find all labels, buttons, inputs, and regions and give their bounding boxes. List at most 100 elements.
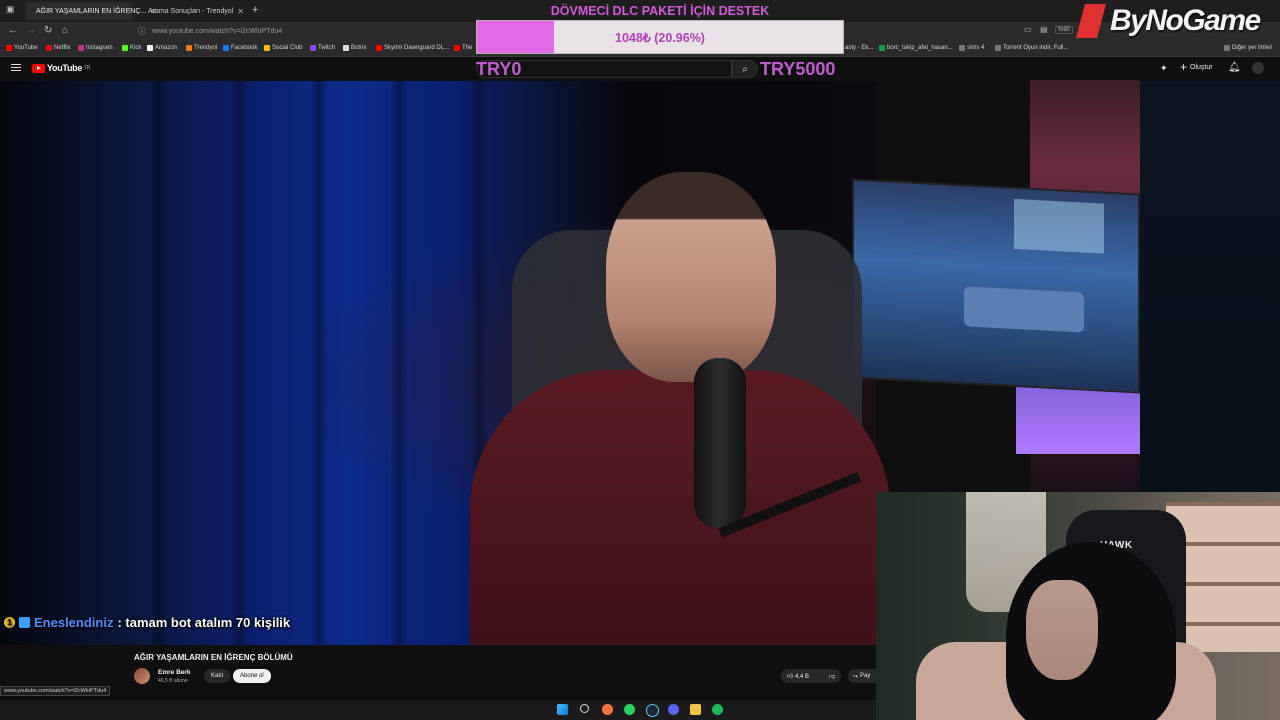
chat-username: Eneslendiniz [34,615,114,630]
goal-max-label: TRY5000 [760,59,836,79]
side-panel-background [1140,81,1280,493]
bookmark-trendyol[interactable]: Trendyol [186,45,217,51]
share-button[interactable]: ↪ Pay [848,669,878,683]
video-info-area [0,645,876,700]
bookmark-label: Kick [130,45,142,51]
bynogame-wordmark: ByNoGame [1110,4,1261,37]
new-tab-icon[interactable]: + [252,4,258,16]
bookmark-amazon[interactable]: Amazon [147,45,177,51]
donation-progress-text: 1048₺ (20.96%) [615,30,705,45]
cast-icon[interactable]: ✦ [1160,63,1168,74]
spotify-icon[interactable] [712,704,723,715]
bookmark-social-club[interactable]: Social Club [264,45,302,51]
start-icon[interactable] [557,704,568,715]
search-button[interactable]: ⌕ [732,60,758,78]
bookmark-facebook[interactable]: Facebook [223,45,257,51]
bookmark-label: The [462,45,473,51]
link-status-bar: www.youtube.com/watch?v=i2cWloPTdu4 [0,686,111,696]
bookmark-skyrim[interactable]: Skyrim Dawnguard DL... [376,45,449,51]
tab-label: Arama Sonuçları - Trendyol [148,7,234,15]
whatsapp-icon[interactable] [624,704,635,715]
reload-icon[interactable]: ↻ [44,25,52,36]
tv-screen [852,178,1140,394]
home-icon[interactable]: ⌂ [62,25,68,36]
plus-icon: + [1180,60,1188,74]
tv-glow [1014,198,1104,254]
bookmark-kick[interactable]: Kick [122,45,141,51]
bookmark-asty[interactable]: asty - Ek... [845,45,873,51]
hospital-bed [964,286,1084,333]
create-button[interactable]: + Oluştur [1180,60,1213,74]
subscribe-button[interactable]: Abone ol [233,669,271,683]
screen-icon[interactable]: ▭ [1024,25,1032,34]
curtain-fold [150,81,168,645]
bookmark-twitch[interactable]: Twitch [310,45,335,51]
menu-icon[interactable] [11,62,21,73]
curtain-fold [310,81,328,645]
youtube-play-icon [32,63,45,73]
microphone [694,358,746,528]
youtube-wordmark: YouTube [47,63,83,73]
like-button[interactable]: 👍︎ 4,4 B [787,672,809,680]
bookmark-label: Netflix [54,45,71,51]
channel-avatar[interactable] [134,668,150,684]
region-code: TR [84,65,91,71]
dislike-button[interactable]: 👎︎ [829,672,835,680]
notifications-bell-icon[interactable]: 🔔︎ [1228,62,1241,73]
bookmark-the[interactable]: The [454,45,472,51]
channel-name[interactable]: Emre Berk [158,669,191,676]
site-info-icon[interactable]: ⓘ [138,26,146,37]
account-avatar[interactable] [1252,62,1264,74]
extension-icon[interactable]: ▤ [1040,25,1048,34]
tab-actions-icon[interactable]: ▣ [6,4,15,15]
bookmark-youtube[interactable]: YouTube [6,45,38,51]
steam-icon[interactable] [646,704,659,717]
bookmark-favicon-icon [995,45,1001,51]
firefox-icon[interactable] [602,704,613,715]
like-count: 4,4 B [794,674,809,680]
bookmark-sims4[interactable]: sims 4 [959,45,984,51]
goal-min-label: TRY0 [476,59,522,79]
search-icon[interactable] [580,704,589,713]
back-icon[interactable]: ← [8,25,18,36]
bynogame-mark-icon [1076,4,1106,38]
bookmark-botrix[interactable]: Botrix [343,45,366,51]
streamer-head [606,172,776,382]
curtain-fold [230,81,248,645]
bookmark-label: Botrix [351,45,367,51]
youtube-header: YouTube TR ⌕ ✦ + Oluştur 🔔︎ [0,57,1280,81]
join-button[interactable]: Katıl [204,669,231,683]
bookmark-torrent[interactable]: Torrent Oyun indir, Full... [995,45,1068,51]
bookmark-label: asty - Ek... [845,45,874,51]
tab-youtube[interactable]: AĞIR YAŞAMLARIN EN İĞRENÇ... ✕ [26,2,157,20]
skyrim-icon [376,45,382,51]
zoom-level[interactable]: %90 [1055,26,1074,34]
close-tab-icon[interactable]: ✕ [237,7,244,16]
tab-label: AĞIR YAŞAMLARIN EN İĞRENÇ... [36,7,147,15]
like-dislike-group: 👍︎ 4,4 B 👎︎ [781,669,841,683]
sheets-icon [879,45,885,51]
bookmark-label: Facebook [231,45,258,51]
webcam-person-face [1026,580,1098,680]
url-text: www.youtube.com/watch?v=i2cWloPTdu4 [152,28,283,35]
bookmark-instagram[interactable]: Instagram [78,45,113,51]
social-club-icon [264,45,270,51]
bookmark-label: Twitch [318,45,336,51]
tab-trendyol[interactable]: Arama Sonuçları - Trendyol ✕ [138,2,246,20]
bookmark-borc-takip[interactable]: borc_takip_afet_hasan... [879,45,953,51]
sub-badge-icon [19,617,30,628]
bookmark-label: Instagram [86,45,113,51]
youtube-logo[interactable]: YouTube TR [32,63,90,73]
file-explorer-icon[interactable] [690,704,701,715]
chat-badge-icon: 1 [4,617,15,628]
folder-icon [959,45,965,51]
donation-progress-bar: 1048₺ (20.96%) [476,20,844,54]
bookmark-netflix[interactable]: Netflix [46,45,71,51]
thumbs-down-icon: 👎︎ [828,674,835,680]
discord-icon[interactable] [668,704,679,715]
twitch-icon [310,45,316,51]
forward-icon[interactable]: → [26,25,36,36]
bookmark-other[interactable]: Diğer yer imleri [1224,45,1272,51]
url-field[interactable]: ⓘ www.youtube.com/watch?v=i2cWloPTdu4 [132,24,438,39]
search-icon: ⌕ [742,63,748,75]
